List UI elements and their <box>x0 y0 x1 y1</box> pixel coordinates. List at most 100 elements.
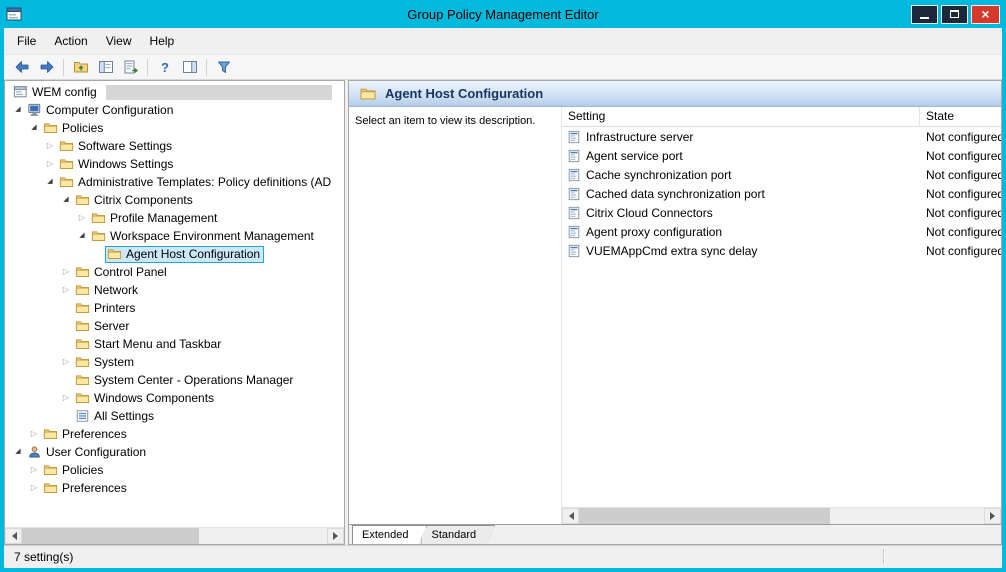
tree-item-label: All Settings <box>94 409 154 423</box>
tree-item-policies[interactable]: ◢ Policies <box>5 119 344 137</box>
column-header-state[interactable]: State <box>920 107 1001 126</box>
tree-item-label: Citrix Components <box>94 193 193 207</box>
menu-file[interactable]: File <box>8 30 45 52</box>
tree-item-citrix-components[interactable]: ◢ Citrix Components <box>5 191 344 209</box>
folder-icon <box>75 355 90 369</box>
export-list-button[interactable] <box>118 56 143 78</box>
setting-row-vuemappcmd-extra-sync-delay[interactable]: VUEMAppCmd extra sync delayNot configure… <box>562 241 1001 260</box>
menu-view[interactable]: View <box>97 30 141 52</box>
setting-row-agent-service-port[interactable]: Agent service portNot configured <box>562 146 1001 165</box>
tree-item-windows-components[interactable]: ▷Windows Components <box>5 389 344 407</box>
expander-collapsed-icon[interactable]: ▷ <box>75 209 89 227</box>
policy-setting-icon <box>567 187 581 201</box>
menu-help[interactable]: Help <box>141 30 184 52</box>
expander-collapsed-icon[interactable]: ▷ <box>27 479 41 497</box>
toolbar-separator <box>147 59 148 76</box>
up-one-level-button[interactable] <box>68 56 93 78</box>
expander-collapsed-icon[interactable]: ▷ <box>59 353 73 371</box>
expander-collapsed-icon[interactable]: ▷ <box>59 281 73 299</box>
list-horizontal-scrollbar[interactable] <box>562 507 1001 524</box>
tree-item-control-panel[interactable]: ▷Control Panel <box>5 263 344 281</box>
expander-collapsed-icon[interactable]: ▷ <box>27 425 41 443</box>
show-console-tree-icon <box>98 59 114 75</box>
tree-item-wem-config[interactable]: WEM config <box>5 83 344 101</box>
tree-item-policies[interactable]: ▷ Policies <box>5 461 344 479</box>
tree-node-content: Preferences <box>41 480 131 497</box>
tree-item-software-settings[interactable]: ▷Software Settings <box>5 137 344 155</box>
tree-item-system-center-operations-manager[interactable]: System Center - Operations Manager <box>5 371 344 389</box>
show-action-pane-button[interactable] <box>177 56 202 78</box>
tab-extended[interactable]: Extended <box>352 525 427 544</box>
expander-expanded-icon[interactable]: ◢ <box>43 173 57 191</box>
tree-item-server[interactable]: Server <box>5 317 344 335</box>
tree-scrollbar-track[interactable] <box>22 528 327 544</box>
back-icon <box>14 59 30 75</box>
tree-item-network[interactable]: ▷Network <box>5 281 344 299</box>
expander-expanded-icon[interactable]: ◢ <box>27 119 41 137</box>
list-scrollbar-thumb[interactable] <box>579 508 830 524</box>
tree-horizontal-scrollbar[interactable] <box>5 527 344 544</box>
tree-item-user-configuration[interactable]: ◢User Configuration <box>5 443 344 461</box>
list-scrollbar-track[interactable] <box>579 508 984 524</box>
tree-item-preferences[interactable]: ▷Preferences <box>5 425 344 443</box>
tree-scrollbar-thumb[interactable] <box>22 528 199 544</box>
settings-list: Setting State Infrastructure serverNot c… <box>561 107 1001 524</box>
setting-row-agent-proxy-configuration[interactable]: Agent proxy configurationNot configured <box>562 222 1001 241</box>
expander-collapsed-icon[interactable]: ▷ <box>43 155 57 173</box>
list-scroll-left-button[interactable] <box>562 508 579 524</box>
setting-row-infrastructure-server[interactable]: Infrastructure serverNot configured <box>562 127 1001 146</box>
tree-item-label: Policies <box>62 121 103 135</box>
all-settings-icon <box>75 409 90 423</box>
expander-expanded-icon[interactable]: ◢ <box>75 227 89 245</box>
list-scroll-right-button[interactable] <box>984 508 1001 524</box>
expander-expanded-icon[interactable]: ◢ <box>11 443 25 461</box>
tree-item-system[interactable]: ▷System <box>5 353 344 371</box>
column-header-setting[interactable]: Setting <box>562 107 920 126</box>
tree-item-all-settings[interactable]: All Settings <box>5 407 344 425</box>
tree-item-workspace-environment-management[interactable]: ◢Workspace Environment Management <box>5 227 344 245</box>
tree-item-start-menu-and-taskbar[interactable]: Start Menu and Taskbar <box>5 335 344 353</box>
menu-action[interactable]: Action <box>45 30 96 52</box>
expander-collapsed-icon[interactable]: ▷ <box>43 137 57 155</box>
list-column-headers: Setting State <box>562 107 1001 127</box>
close-button[interactable]: × <box>971 5 1000 24</box>
expander-expanded-icon[interactable]: ◢ <box>11 101 25 119</box>
show-console-tree-button[interactable] <box>93 56 118 78</box>
minimize-button[interactable] <box>911 5 938 24</box>
tree-node-content: Printers <box>73 300 139 317</box>
tree-item-windows-settings[interactable]: ▷Windows Settings <box>5 155 344 173</box>
tree-item-printers[interactable]: Printers <box>5 299 344 317</box>
tree-item-preferences[interactable]: ▷Preferences <box>5 479 344 497</box>
policy-setting-icon <box>567 130 581 144</box>
tree-node-content: WEM config <box>11 84 101 101</box>
maximize-button[interactable] <box>941 5 968 24</box>
filter-button[interactable] <box>211 56 236 78</box>
forward-button[interactable] <box>34 56 59 78</box>
title-bar[interactable]: Group Policy Management Editor × <box>0 0 1006 28</box>
mmc-console-icon <box>6 6 22 22</box>
setting-row-cache-synchronization-port[interactable]: Cache synchronization portNot configured <box>562 165 1001 184</box>
tree-node-content: Windows Components <box>73 390 218 407</box>
tree-scroll-right-button[interactable] <box>327 528 344 544</box>
details-pane-body: Select an item to view its description. … <box>349 107 1001 524</box>
setting-row-cached-data-synchronization-port[interactable]: Cached data synchronization portNot conf… <box>562 184 1001 203</box>
window-title: Group Policy Management Editor <box>0 7 1006 22</box>
tree-scroll-left-button[interactable] <box>5 528 22 544</box>
help-button[interactable]: ? <box>152 56 177 78</box>
expander-collapsed-icon[interactable]: ▷ <box>27 461 41 479</box>
setting-row-citrix-cloud-connectors[interactable]: Citrix Cloud ConnectorsNot configured <box>562 203 1001 222</box>
folder-icon <box>91 211 106 225</box>
tree-item-administrative-templates-policy-definitions-ad[interactable]: ◢Administrative Templates: Policy defini… <box>5 173 344 191</box>
tree-item-agent-host-configuration[interactable]: Agent Host Configuration <box>5 245 344 263</box>
status-bar: 7 setting(s) <box>4 545 1002 568</box>
setting-state-cell: Not configured <box>920 130 1001 144</box>
tab-standard[interactable]: Standard <box>421 525 495 544</box>
back-button[interactable] <box>9 56 34 78</box>
tree-item-profile-management[interactable]: ▷Profile Management <box>5 209 344 227</box>
tree-item-computer-configuration[interactable]: ◢Computer Configuration <box>5 101 344 119</box>
tree-item-label: Policies <box>62 463 103 477</box>
expander-collapsed-icon[interactable]: ▷ <box>59 389 73 407</box>
expander-collapsed-icon[interactable]: ▷ <box>59 263 73 281</box>
expander-expanded-icon[interactable]: ◢ <box>59 191 73 209</box>
left-arrow-icon <box>565 512 574 520</box>
